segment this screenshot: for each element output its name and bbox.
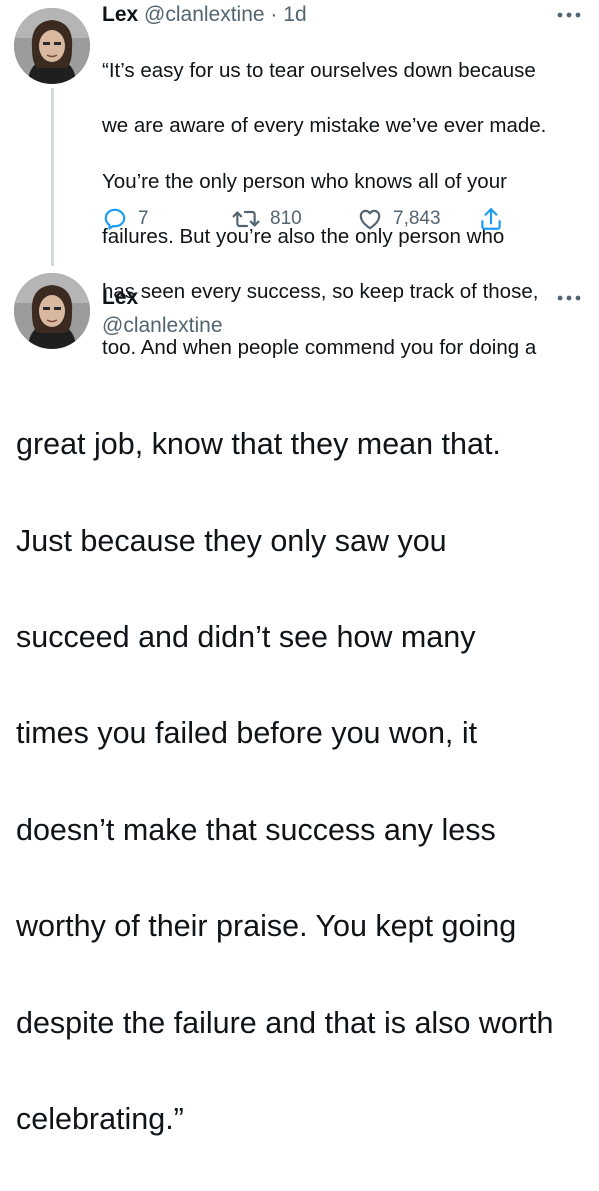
like-count: 7,843 [393, 208, 441, 229]
reply-button[interactable]: 7 [102, 202, 149, 236]
tweet-text-line: great job, know that they mean that. [16, 427, 501, 462]
tweet-text-line: “It’s easy for us to tear ourselves down… [102, 58, 536, 82]
avatar-image [14, 273, 90, 349]
author-handle[interactable]: @clanlextine [144, 3, 265, 26]
avatar-image [14, 8, 90, 84]
tweet-time[interactable]: 1d [283, 3, 306, 26]
tweet-text-line: times you failed before you won, it [16, 716, 478, 751]
retweet-button[interactable]: 810 [232, 202, 302, 236]
tweet-text-line: celebrating.” [16, 1102, 184, 1137]
avatar[interactable] [14, 273, 90, 349]
tweet-text-line: Just because they only saw you [16, 523, 447, 558]
author-name[interactable]: Lex [102, 283, 138, 313]
tweet-text-line: succeed and didn’t see how many [16, 620, 476, 655]
thread-line [51, 88, 54, 266]
tweet-text-line: doesn’t make that success any less [16, 812, 496, 847]
more-horizontal-icon[interactable] [556, 294, 582, 302]
share-button[interactable] [478, 202, 514, 236]
like-button[interactable]: 7,843 [357, 202, 441, 236]
tweet-text-line: You’re the only person who knows all of … [102, 169, 507, 193]
reply-count: 7 [138, 208, 149, 229]
tweet-text-line: despite the failure and that is also wor… [16, 1005, 554, 1040]
tweet-text-line: worthy of their praise. You kept going [16, 909, 517, 944]
more-horizontal-icon[interactable] [556, 11, 582, 19]
retweet-icon [232, 210, 260, 228]
tweet-text: great job, know that they mean that. Jus… [16, 372, 596, 1191]
retweet-count: 810 [270, 208, 302, 229]
heart-icon [359, 209, 381, 230]
tweet-text-line: has seen every success, so keep track of… [102, 280, 539, 304]
author-name[interactable]: Lex [102, 3, 138, 26]
separator-dot: · [270, 3, 278, 26]
tweet-header: Lex @clanlextine · 1d [102, 0, 307, 30]
tweet-text-line: failures. But you’re also the only perso… [102, 224, 505, 248]
author-handle[interactable]: @clanlextine [102, 311, 223, 341]
tweet-text-line: we are aware of every mistake we’ve ever… [102, 114, 547, 138]
share-icon [481, 208, 501, 230]
avatar[interactable] [14, 8, 90, 84]
reply-icon [104, 208, 126, 230]
